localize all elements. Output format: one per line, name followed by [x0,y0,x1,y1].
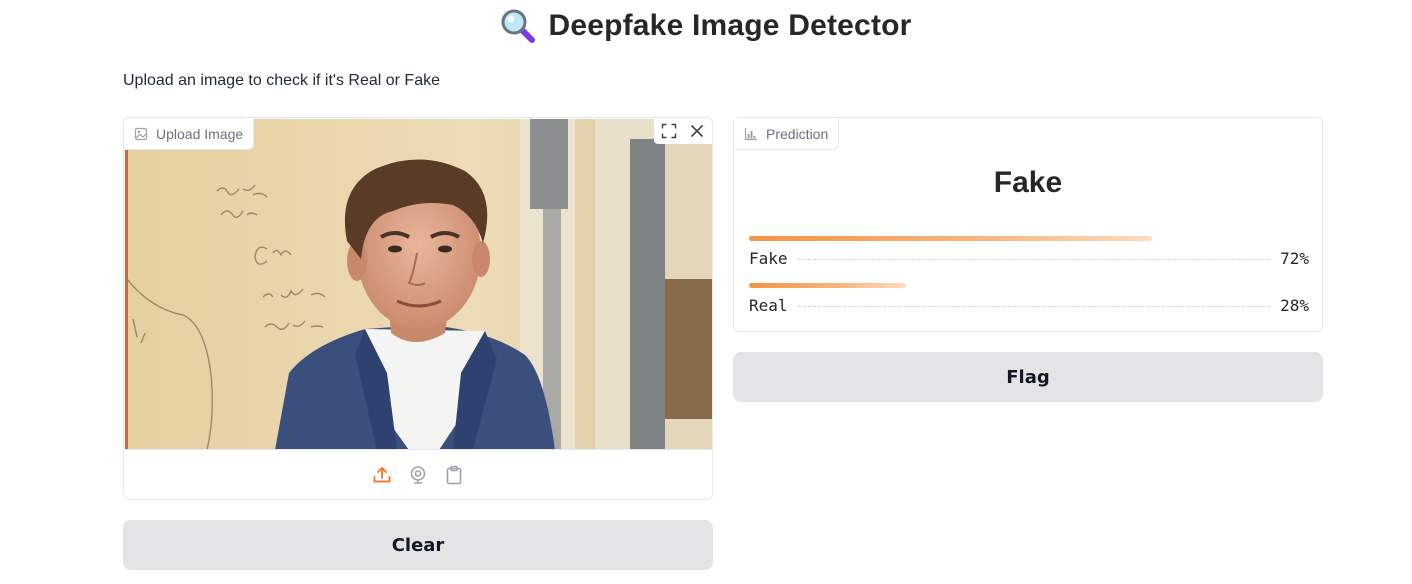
confidence-value: 28% [1280,296,1309,315]
image-toolbar [654,118,712,144]
upload-image-label: Upload Image [156,125,244,142]
image-icon [134,127,148,140]
image-upload-panel[interactable]: Upload Image [123,117,713,500]
webcam-icon[interactable] [407,464,429,486]
confidence-bar [749,236,1153,241]
dotted-leader [797,306,1271,307]
close-icon[interactable] [686,120,708,142]
page-title: Deepfake Image Detector [548,9,912,42]
uploaded-image [125,119,712,450]
page-description: Upload an image to check if it's Real or… [123,72,440,89]
uploaded-image-picture [125,119,712,450]
confidence-row-real: Real 28% [749,283,1309,315]
confidence-label: Fake [749,249,788,268]
prediction-panel: Prediction Fake Fake 72% Real 28% [733,117,1323,332]
upload-icon[interactable] [371,464,393,486]
prediction-label-tab: Prediction [734,118,840,150]
confidence-bar [749,283,906,288]
prediction-label: Prediction [766,125,829,142]
bar-chart-icon [744,127,757,140]
upload-image-label-tab: Upload Image [124,118,255,150]
page-header: Deepfake Image Detector [0,8,1412,44]
confidence-value: 72% [1280,249,1309,268]
clipboard-icon[interactable] [443,464,465,486]
magnifying-glass-icon [501,9,536,43]
fullscreen-icon[interactable] [658,120,680,142]
clear-button[interactable]: Clear [123,520,713,570]
image-source-selector [124,449,712,499]
confidence-row-fake: Fake 72% [749,236,1309,268]
confidence-label: Real [749,296,788,315]
dotted-leader [797,259,1271,260]
flag-button[interactable]: Flag [733,352,1323,402]
predicted-class: Fake [993,166,1063,199]
